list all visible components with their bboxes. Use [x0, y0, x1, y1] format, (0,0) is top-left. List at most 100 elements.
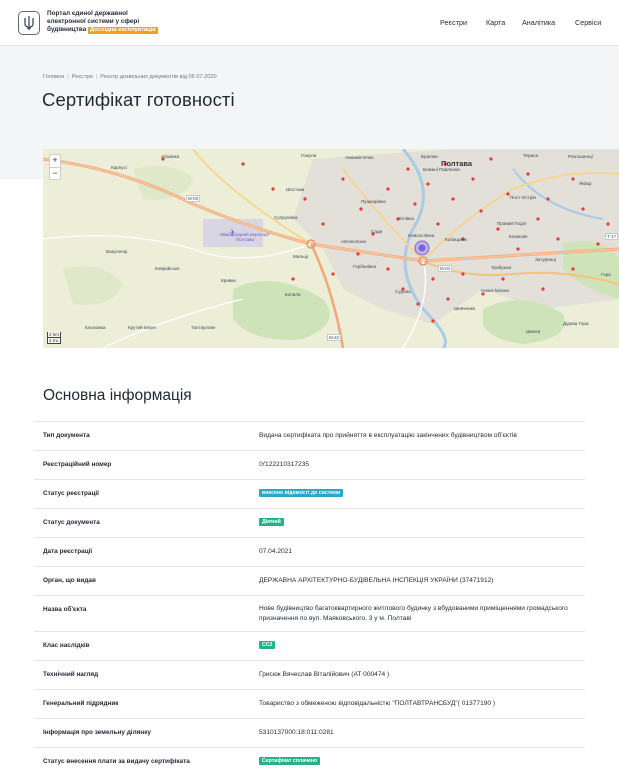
map-label-airport: Міжнародний аеропорт Полтава [220, 232, 270, 242]
scale-mi: 1 mi [47, 338, 61, 344]
zoom-in-button[interactable]: + [50, 155, 60, 167]
row-label: Генеральний підрядник [43, 700, 119, 707]
map-label: Новосєлівка [408, 233, 435, 238]
table-row: Статус документа Діючий [34, 508, 585, 537]
nav-registries[interactable]: Реєстри [440, 18, 467, 27]
table-row: Дата реєстрації 07.04.2021 [34, 537, 585, 566]
map-label: Ближні Павленки [423, 167, 460, 172]
top-bar: Портал єдиної державної електронної сист… [0, 0, 619, 46]
map-label: Браїлки [421, 154, 438, 159]
row-value: Видача сертифіката про прийняття в експл… [259, 432, 517, 439]
table-row: Технічний нагляд Грисюк Вячеслав Віталій… [34, 660, 585, 689]
table-row: Генеральний підрядник Товариство з обмеж… [34, 689, 585, 718]
map-label: Правий Поділ [497, 221, 527, 226]
row-label: Реєстраційний номер [43, 461, 112, 468]
map-label: Абазівка [161, 154, 180, 159]
status-badge: Діючий [259, 518, 284, 526]
map-label: Судова [395, 289, 411, 294]
map-label: Гожули [301, 153, 317, 158]
map-label: Шостаки [286, 187, 305, 192]
map-label: Гора [601, 272, 611, 277]
beta-badge: Дослідна експлуатація [88, 27, 158, 34]
map-label: Коврайське [155, 266, 180, 271]
row-label: Технічний нагляд [43, 671, 99, 678]
map-label: Дідова Гора [563, 321, 589, 326]
nav-services[interactable]: Сервіси [575, 18, 601, 27]
row-value: 5310137000:18:011:0281 [259, 729, 334, 736]
map-label: Климове [509, 234, 528, 239]
road-label: М-03 [186, 195, 201, 202]
map-label: Тераса [523, 153, 539, 158]
table-row: Тип документа Видача сертифіката про при… [34, 421, 585, 450]
road-label: Т-17 [605, 233, 619, 240]
breadcrumb: Головна | Реєстри | Реєстр дозвільних докуме… [43, 74, 217, 80]
table-row: Статус внесення плати за видачу сертифік… [34, 747, 585, 776]
map-label: Трибужка [491, 265, 512, 270]
map-label: Горбанівка [353, 264, 377, 269]
map-label: Шевченки [454, 306, 476, 311]
map-label: Сади [371, 229, 383, 234]
map-label: Яківці [579, 181, 592, 186]
section-title: Основна інформація [43, 387, 192, 404]
map-label: Карпусі [111, 165, 127, 170]
map-label: Пушкарівка [361, 199, 386, 204]
payment-badge: Сертифікат сплачено [259, 757, 321, 765]
row-value: Товариство з обмеженою відповідальністю … [259, 700, 496, 707]
page-title: Сертифікат готовності [42, 89, 235, 110]
map-label: Вакуленці [106, 249, 128, 254]
table-row: Інформація про земельну ділянку 53101370… [34, 718, 585, 747]
breadcrumb-registry[interactable]: Реєстр дозвільних документів від 06.07.2… [100, 74, 216, 80]
map-label: Автоколона [341, 239, 366, 244]
nav-map[interactable]: Карта [486, 18, 505, 27]
row-label: Клас наслідків [43, 642, 90, 649]
map-label: Шмиги [526, 329, 541, 334]
road-label: М-22 [327, 334, 342, 341]
location-map[interactable]: ✈ + − Полтава Абазівка Карпусі Гожули Ав… [43, 149, 619, 348]
table-row: Реєстраційний номер ІУ122210317235 [34, 450, 585, 479]
map-label: Мильці [293, 254, 309, 259]
breadcrumb-home[interactable]: Головна [43, 74, 64, 80]
row-label: Дата реєстрації [43, 548, 93, 555]
map-label: Копили [285, 292, 301, 297]
map-label: Кобищани [445, 237, 467, 242]
table-row: Статус реєстрації внесено відомості до с… [34, 479, 585, 508]
row-value: Грисюк Вячеслав Віталійович (АТ 000474 ) [259, 671, 390, 678]
row-value: 07.04.2021 [259, 548, 293, 555]
table-row: Клас наслідків СС2 [34, 631, 585, 660]
table-row: Орган, що видав ДЕРЖАВНА АРХІТЕКТУРНО-БУ… [34, 566, 585, 595]
class-badge: СС2 [259, 641, 276, 649]
map-scale: 2 km 1 mi [47, 332, 61, 344]
row-label: Тип документа [43, 432, 90, 439]
road-label: М-03 [438, 265, 453, 272]
map-label: Кривки [221, 278, 236, 283]
row-value: ІУ122210317235 [259, 461, 310, 468]
map-tiles: ✈ [43, 149, 619, 348]
map-zoom-control: + − [49, 154, 61, 180]
status-badge: внесено відомості до системи [259, 489, 344, 497]
map-label: Крутий Берег [128, 325, 157, 330]
map-label: Авиамістечко [345, 155, 374, 160]
map-label: Пост-Острів [510, 195, 536, 200]
nav-analytics[interactable]: Аналітика [522, 18, 555, 27]
map-label: Тахтаулове [191, 325, 216, 330]
zoom-out-button[interactable]: − [50, 167, 60, 179]
brand-title[interactable]: Портал єдиної державної електронної сист… [47, 10, 167, 34]
map-label: Затуринці [535, 257, 556, 262]
map-label: Огнівка [398, 216, 414, 221]
map-label: Супрунівка [274, 215, 298, 220]
row-label: Назва об'єкта [43, 606, 87, 613]
info-table: Тип документа Видача сертифіката про при… [34, 421, 585, 776]
breadcrumb-registries[interactable]: Реєстри [72, 74, 93, 80]
row-label: Статус внесення плати за видачу сертифік… [43, 758, 190, 765]
row-label: Статус документа [43, 519, 100, 526]
table-row: Назва об'єкта Нове будівництво багатоква… [34, 595, 585, 631]
row-label: Статус реєстрації [43, 490, 99, 497]
row-label: Інформація про земельну ділянку [43, 729, 151, 736]
row-value: ДЕРЖАВНА АРХІТЕКТУРНО-БУДІВЕЛЬНА ІНСПЕКЦ… [259, 577, 494, 584]
trident-logo-icon[interactable] [18, 11, 40, 35]
row-value: Нове будівництво багатоквартирного житло… [259, 605, 568, 622]
map-label: Нижні Млини [481, 288, 509, 293]
map-label: Клюковка [85, 325, 106, 330]
map-label: Розсошенці [568, 154, 593, 159]
row-label: Орган, що видав [43, 577, 96, 584]
